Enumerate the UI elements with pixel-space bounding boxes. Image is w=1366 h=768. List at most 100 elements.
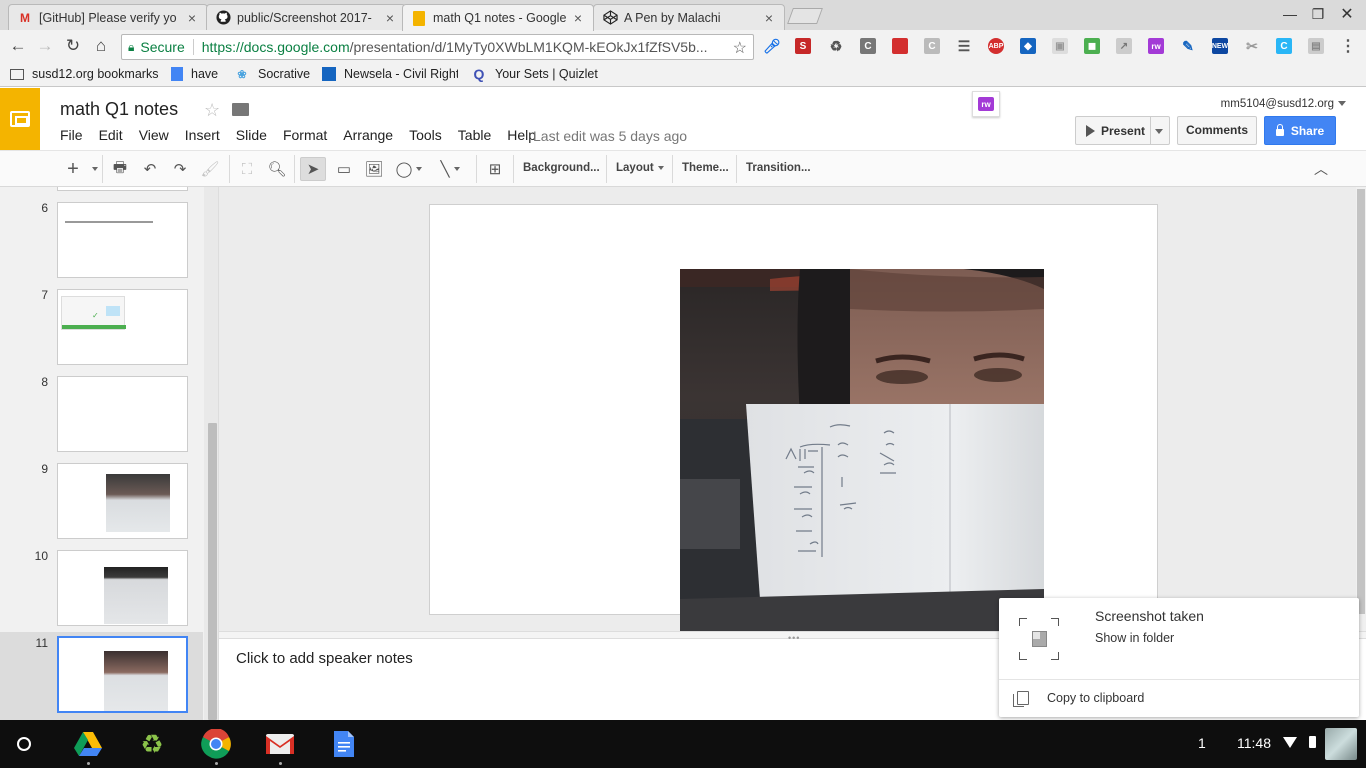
bookmark-newsela[interactable]: Newsela - Civil Rights bbox=[322, 67, 458, 81]
wifi-icon[interactable] bbox=[1283, 737, 1297, 748]
launcher-icon[interactable] bbox=[17, 737, 31, 751]
document-title[interactable]: math Q1 notes bbox=[60, 99, 178, 120]
select-cursor-icon[interactable]: ➤ bbox=[300, 157, 326, 181]
extension-c-icon[interactable]: C bbox=[860, 38, 876, 54]
menu-format[interactable]: Format bbox=[283, 127, 327, 143]
text-box-icon[interactable]: ▭ bbox=[332, 157, 356, 181]
forward-icon[interactable]: → bbox=[35, 36, 55, 56]
bookmark-have[interactable]: have bbox=[171, 67, 218, 81]
star-icon[interactable]: ☆ bbox=[204, 100, 220, 121]
extension-c-blue-icon[interactable]: C bbox=[1276, 38, 1292, 54]
undo-icon[interactable]: ↶ bbox=[138, 157, 162, 181]
gmail-icon[interactable] bbox=[265, 729, 295, 759]
print-icon[interactable]: 🖶︎ bbox=[108, 157, 132, 181]
read-write-floating-icon[interactable]: rw bbox=[972, 91, 1000, 117]
menu-icon[interactable]: ⋮ bbox=[1340, 38, 1356, 55]
new-tab-button[interactable] bbox=[787, 8, 823, 24]
slide-thumbnail-10[interactable] bbox=[57, 550, 188, 626]
slide-thumbnail-9[interactable] bbox=[57, 463, 188, 539]
menu-table[interactable]: Table bbox=[458, 127, 491, 143]
extension-c-gray-icon[interactable]: C bbox=[924, 38, 940, 54]
screenshot-notification[interactable]: Screenshot taken Show in folder Copy to … bbox=[999, 598, 1359, 717]
minimize-icon[interactable]: — bbox=[1282, 6, 1298, 22]
extension-gray-icon[interactable]: ▤ bbox=[1308, 38, 1324, 54]
background-button[interactable]: Background... bbox=[523, 162, 600, 174]
new-extension-icon[interactable]: NEW bbox=[1212, 38, 1228, 54]
menu-view[interactable]: View bbox=[139, 127, 169, 143]
clock[interactable]: 11:48 bbox=[1237, 735, 1271, 751]
restore-icon[interactable]: ❐ bbox=[1310, 6, 1326, 23]
tab-codepen[interactable]: A Pen by Malachi × bbox=[593, 4, 785, 30]
present-button[interactable]: Present bbox=[1075, 116, 1170, 145]
bookmark-socrative[interactable]: ❀ Socrative bbox=[234, 67, 310, 81]
recycle-extension-icon[interactable]: ♻ bbox=[828, 38, 844, 54]
slide-thumbnail-7[interactable]: ✓ bbox=[57, 289, 188, 365]
menu-arrange[interactable]: Arrange bbox=[343, 127, 393, 143]
bookmark-star-icon[interactable]: ☆ bbox=[733, 38, 747, 58]
close-icon[interactable]: × bbox=[762, 10, 776, 26]
avatar[interactable] bbox=[1325, 728, 1357, 760]
tab-github[interactable]: public/Screenshot 2017- × bbox=[206, 4, 406, 30]
folder-icon[interactable] bbox=[232, 103, 249, 116]
new-slide-icon[interactable]: + bbox=[60, 157, 86, 181]
speaker-notes-placeholder[interactable]: Click to add speaker notes bbox=[236, 650, 413, 667]
insert-comment-icon[interactable]: ⊞ bbox=[483, 157, 507, 181]
drive-icon[interactable] bbox=[73, 729, 103, 759]
canvas-scrollbar[interactable] bbox=[1356, 187, 1366, 631]
menu-tools[interactable]: Tools bbox=[409, 127, 442, 143]
filmstrip-scrollbar[interactable] bbox=[208, 423, 217, 720]
menu-insert[interactable]: Insert bbox=[185, 127, 220, 143]
zoom-fit-icon[interactable]: ⛶ bbox=[235, 157, 259, 181]
image-icon[interactable]: 🖼︎ bbox=[362, 157, 386, 181]
extension-s-icon[interactable]: S bbox=[795, 38, 811, 54]
camera-extension-icon[interactable]: ▣ bbox=[1052, 38, 1068, 54]
close-window-icon[interactable]: ✕ bbox=[1339, 4, 1355, 24]
close-icon[interactable]: × bbox=[383, 10, 397, 26]
chevron-down-icon[interactable] bbox=[1338, 101, 1346, 106]
extension-colorful-icon[interactable]: ◼ bbox=[1084, 38, 1100, 54]
pen-extension-icon[interactable]: ✎ bbox=[1180, 38, 1196, 54]
battery-icon[interactable] bbox=[1309, 736, 1316, 748]
home-icon[interactable]: ⌂ bbox=[91, 36, 111, 56]
bookmark-quizlet[interactable]: Q Your Sets | Quizlet bbox=[471, 66, 598, 82]
docs-icon[interactable] bbox=[329, 729, 359, 759]
bookmark-extension-icon[interactable] bbox=[892, 38, 908, 54]
menu-slide[interactable]: Slide bbox=[236, 127, 267, 143]
extension-tool-icon[interactable]: ✂ bbox=[1244, 38, 1260, 54]
redo-icon[interactable]: ↷ bbox=[168, 157, 192, 181]
microphone-icon[interactable]: 🎤︎ bbox=[763, 38, 781, 54]
close-icon[interactable]: × bbox=[571, 10, 585, 26]
zoom-icon[interactable]: 🔍︎ bbox=[265, 157, 289, 181]
slide-thumbnail-8[interactable] bbox=[57, 376, 188, 452]
shape-icon[interactable]: ◯ bbox=[392, 157, 426, 181]
slide-thumbnail-5[interactable] bbox=[57, 187, 188, 191]
copy-to-clipboard-button[interactable]: Copy to clipboard bbox=[1047, 691, 1144, 705]
address-bar[interactable]: 🔒︎ Secure https://docs.google.com /prese… bbox=[121, 34, 754, 60]
reload-icon[interactable]: ↻ bbox=[63, 36, 83, 56]
slide-photo[interactable] bbox=[680, 269, 1044, 631]
layout-button[interactable]: Layout bbox=[616, 162, 664, 174]
bookmark-susd12[interactable]: susd12.org bookmarks bbox=[10, 67, 158, 81]
notification-count[interactable]: 1 bbox=[1198, 735, 1206, 751]
transition-button[interactable]: Transition... bbox=[746, 162, 811, 174]
menu-help[interactable]: Help bbox=[507, 127, 536, 143]
paint-format-icon[interactable]: 🖌︎ bbox=[198, 157, 222, 181]
comments-button[interactable]: Comments bbox=[1177, 116, 1257, 145]
menu-file[interactable]: File bbox=[60, 127, 83, 143]
slides-logo-icon[interactable] bbox=[0, 88, 40, 150]
list-extension-icon[interactable]: ☰ bbox=[956, 38, 972, 54]
share-button[interactable]: Share bbox=[1264, 116, 1336, 145]
tab-slides[interactable]: math Q1 notes - Google × bbox=[402, 4, 594, 31]
collapse-toolbar-icon[interactable]: ︿ bbox=[1310, 157, 1332, 181]
account-email[interactable]: mm5104@susd12.org bbox=[1221, 98, 1334, 110]
read-write-extension-icon[interactable]: rw bbox=[1148, 38, 1164, 54]
menu-edit[interactable]: Edit bbox=[99, 127, 123, 143]
back-icon[interactable]: ← bbox=[8, 36, 28, 56]
line-icon[interactable]: ╲ bbox=[432, 157, 468, 181]
extension-diamond-icon[interactable]: ◆ bbox=[1020, 38, 1036, 54]
tab-gmail[interactable]: M [GitHub] Please verify yo × bbox=[8, 4, 208, 30]
recycle-icon[interactable]: ♻ bbox=[137, 729, 167, 759]
theme-button[interactable]: Theme... bbox=[682, 162, 729, 174]
extension-arrow-icon[interactable]: ↗ bbox=[1116, 38, 1132, 54]
slide-thumbnail-11[interactable] bbox=[57, 636, 188, 713]
